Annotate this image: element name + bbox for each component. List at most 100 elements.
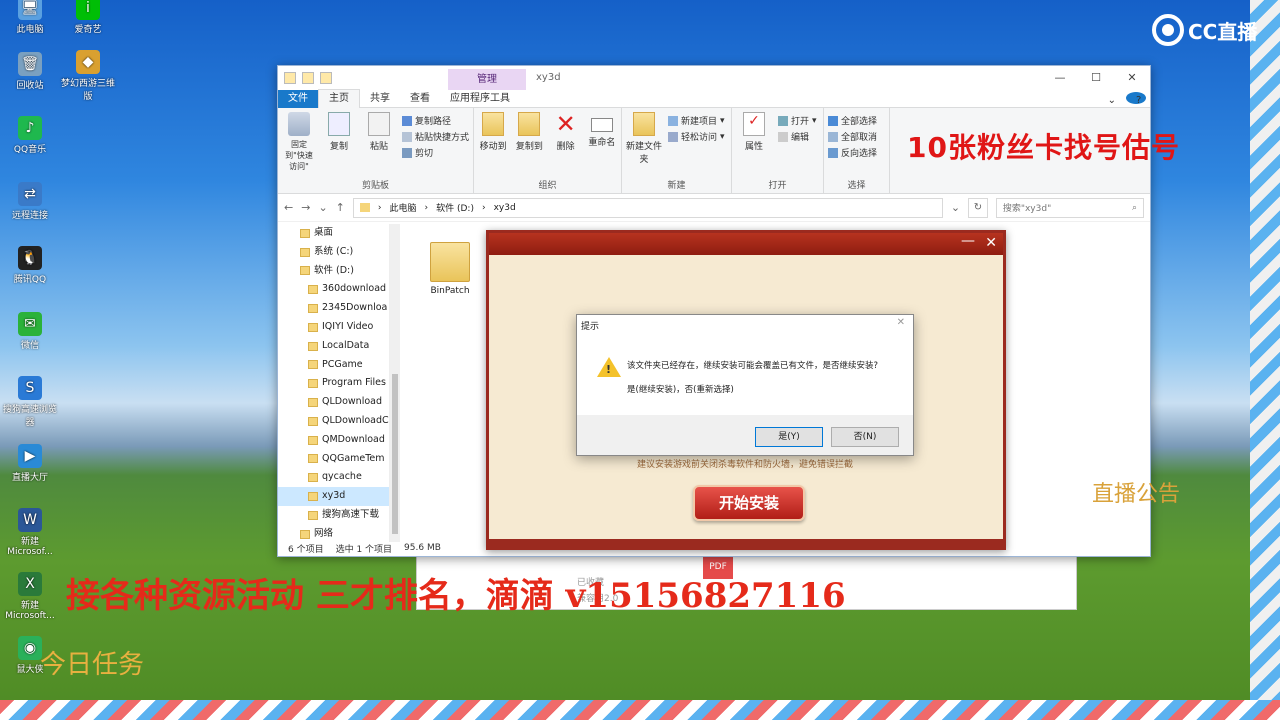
folder-icon (300, 228, 310, 238)
tab-manage[interactable]: 管理 (448, 69, 526, 90)
tab-view[interactable]: 查看 (400, 90, 440, 108)
breadcrumb-xy3d[interactable]: xy3d (494, 203, 516, 213)
group-clipboard: 固定到"快速访问" 复制 粘贴 复制路径 粘贴快捷方式 剪切 剪贴板 (278, 108, 474, 193)
address-dropdown-icon[interactable]: ⌄ (951, 201, 960, 214)
desktop-icon[interactable]: 🐧 腾讯QQ (0, 246, 60, 285)
paste-shortcut-button[interactable]: 粘贴快捷方式 (402, 130, 469, 143)
installer-close-button[interactable]: ✕ (985, 235, 997, 251)
select-none-button[interactable]: 全部取消 (828, 130, 877, 143)
invert-selection-button[interactable]: 反向选择 (828, 146, 877, 159)
copy-icon (328, 112, 350, 136)
start-install-button[interactable]: 开始安装 (693, 485, 805, 521)
file-item[interactable]: BinPatch (428, 242, 472, 304)
desktop-icon[interactable]: ⇄ 远程连接 (0, 182, 60, 221)
desktop-app-icon: ⇄ (18, 182, 42, 206)
no-button[interactable]: 否(N) (831, 427, 899, 447)
desktop-icon[interactable]: S 搜狗高速浏览器 (0, 376, 60, 428)
nav-item[interactable]: IQIYI Video (278, 318, 389, 337)
recent-dropdown-icon[interactable]: ⌄ (318, 201, 327, 214)
breadcrumb-this-pc[interactable]: 此电脑 (389, 201, 416, 214)
nav-item[interactable]: 软件 (D:) (278, 262, 389, 281)
folder-icon (308, 416, 318, 426)
tab-file[interactable]: 文件 (278, 89, 318, 108)
minimize-button[interactable]: — (1042, 66, 1078, 90)
search-input[interactable]: 搜索"xy3d" ⌕ (995, 197, 1144, 218)
desktop-icon[interactable]: 🖥 此电脑 (0, 0, 60, 35)
group-label-open: 打开 (768, 181, 787, 191)
up-icon[interactable]: ↑ (336, 201, 345, 214)
desktop-app-icon: W (18, 508, 42, 532)
dialog-title: 提示 ✕ (581, 317, 905, 332)
desktop-icon[interactable]: i 爱奇艺 (58, 0, 118, 35)
scroll-thumb[interactable] (392, 374, 398, 534)
maximize-button[interactable]: ☐ (1078, 66, 1114, 90)
group-new: 新建文件夹 新建项目 ▾ 轻松访问 ▾ 新建 (622, 108, 732, 193)
tab-app-tools[interactable]: 应用程序工具 (440, 90, 520, 108)
nav-item[interactable]: QLDownload (278, 393, 389, 412)
desktop-app-icon: ✉ (18, 312, 42, 336)
desktop-icon[interactable]: X 新建 Microsoft... (0, 572, 60, 621)
refresh-button[interactable]: ↻ (968, 197, 988, 218)
cc-live-logo: CC直播 (1152, 14, 1272, 46)
tab-share[interactable]: 共享 (360, 90, 400, 108)
window-title: xy3d (536, 72, 561, 83)
address-bar[interactable]: › 此电脑 › 软件 (D:) › xy3d (352, 197, 943, 218)
select-all-button[interactable]: 全部选择 (828, 114, 877, 127)
nav-item[interactable]: PCGame (278, 356, 389, 375)
folder-icon (308, 322, 318, 332)
copy-to-icon (518, 112, 541, 136)
quick-access-toolbar (278, 72, 332, 84)
move-icon (482, 112, 505, 136)
yes-button[interactable]: 是(Y) (755, 427, 823, 447)
close-button[interactable]: ✕ (1114, 66, 1150, 90)
easy-access-button[interactable]: 轻松访问 ▾ (668, 130, 725, 143)
desktop-icon[interactable]: W 新建 Microsof... (0, 508, 60, 557)
nav-item[interactable]: QLDownloadC (278, 412, 389, 431)
help-icon[interactable]: ? (1126, 92, 1146, 106)
nav-item[interactable]: xy3d (278, 487, 389, 506)
stream-frame-bottom (0, 700, 1280, 720)
folder-icon (308, 304, 318, 314)
nav-item[interactable]: Program Files (278, 374, 389, 393)
nav-item[interactable]: QQGameTem (278, 450, 389, 469)
copy-path-button[interactable]: 复制路径 (402, 114, 469, 127)
desktop-icon[interactable]: 🗑 回收站 (0, 52, 60, 91)
folder-icon (300, 529, 310, 539)
nav-item[interactable]: qycache (278, 468, 389, 487)
breadcrumb-drive-d[interactable]: 软件 (D:) (436, 201, 474, 214)
installer-minimize-button[interactable]: — (961, 233, 975, 249)
folder-icon[interactable] (284, 72, 296, 84)
dialog-close-icon[interactable]: ✕ (897, 317, 905, 328)
desktop-app-icon: ▶ (18, 444, 42, 468)
edit-button[interactable]: 编辑 (778, 130, 817, 143)
tab-home[interactable]: 主页 (318, 89, 360, 108)
nav-item[interactable]: 桌面 (278, 224, 389, 243)
group-select: 全部选择 全部取消 反向选择 选择 (824, 108, 890, 193)
desktop-app-icon: 🗑 (18, 52, 42, 76)
desktop-app-icon: ◉ (18, 636, 42, 660)
nav-item[interactable]: LocalData (278, 337, 389, 356)
nav-item[interactable]: 搜狗高速下载 (278, 506, 389, 525)
back-icon[interactable]: ← (284, 201, 293, 214)
desktop-icon[interactable]: ◆ 梦幻西游三维版 (58, 50, 118, 102)
desktop-icon[interactable]: ✉ 微信 (0, 312, 60, 351)
new-folder-icon (633, 112, 655, 136)
new-item-button[interactable]: 新建项目 ▾ (668, 114, 725, 127)
forward-icon[interactable]: → (301, 201, 310, 214)
confirm-dialog: 提示 ✕ ! 该文件夹已经存在，继续安装可能会覆盖已有文件，是否继续安装? 是(… (576, 314, 914, 456)
nav-item[interactable]: 系统 (C:) (278, 243, 389, 262)
nav-scrollbar[interactable] (390, 224, 400, 542)
nav-item[interactable]: 360download (278, 280, 389, 299)
overlay-today-task: 今日任务 (40, 650, 145, 680)
new-folder-icon[interactable] (320, 72, 332, 84)
properties-icon[interactable] (302, 72, 314, 84)
open-button[interactable]: 打开 ▾ (778, 114, 817, 127)
nav-item[interactable]: 2345Downloa (278, 299, 389, 318)
cut-button[interactable]: 剪切 (402, 146, 469, 159)
desktop-icon[interactable]: ▶ 直播大厅 (0, 444, 60, 483)
nav-item[interactable]: QMDownload (278, 431, 389, 450)
folder-icon (308, 379, 318, 389)
folder-icon (308, 510, 318, 520)
desktop-icon[interactable]: ♪ QQ音乐 (0, 116, 60, 155)
folder-icon (359, 203, 370, 212)
